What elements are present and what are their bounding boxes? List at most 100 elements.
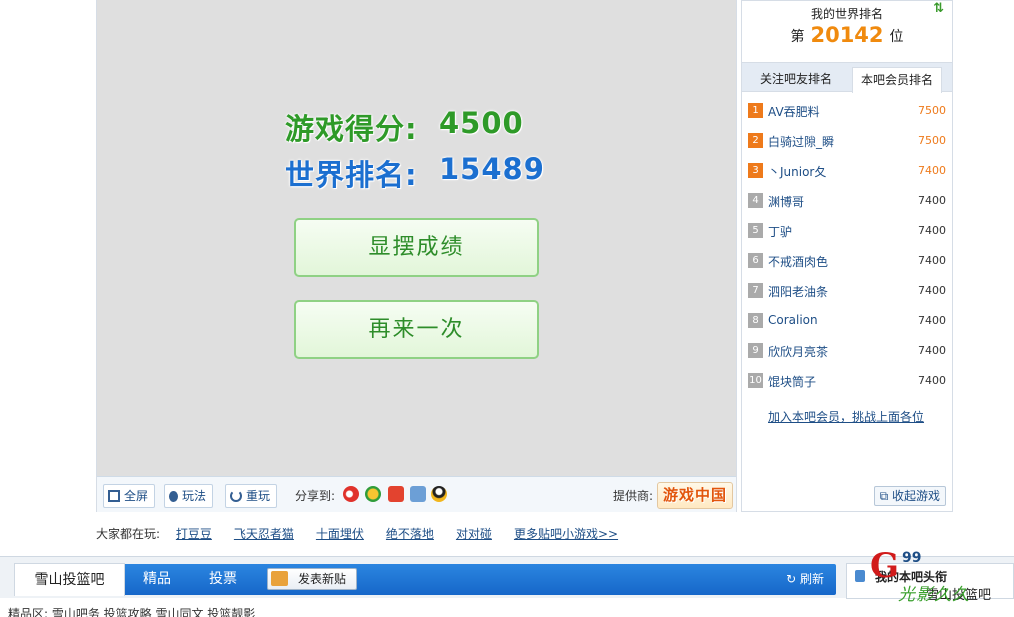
howto-button[interactable]: 玩法 (164, 484, 214, 508)
ranking-row: 4 渊博哥 7400 (742, 187, 952, 217)
rank-player-score: 7400 (918, 164, 946, 177)
new-post-button[interactable]: 发表新贴 (267, 568, 357, 590)
qq-icon[interactable] (431, 486, 447, 502)
rank-player-score: 7500 (918, 134, 946, 147)
ranking-tabs: 关注吧友排名 本吧会员排名 (742, 62, 952, 93)
game-frame: 游戏得分: 4500 世界排名: 15489 显摆成绩 再来一次 全屏 玩法 重… (96, 0, 737, 512)
join-members-link[interactable]: 加入本吧会员，挑战上面各位 (768, 408, 924, 425)
forum-nav-bar: 雪山投篮吧 精品 投票 发表新贴 ↻ 刷新 (14, 563, 836, 596)
badge-icon (855, 570, 865, 582)
show-off-score-button[interactable]: 显摆成绩 (294, 218, 539, 277)
ranking-list: 1 AV吞肥料 7500 2 白骑过隙_瞬 7500 3 丶Junior夂 7400 4 渊博哥 74… (742, 97, 952, 397)
refresh-label: 刷新 (799, 572, 824, 586)
ranking-row: 1 AV吞肥料 7500 (742, 97, 952, 127)
rank-player-name[interactable]: 泗阳老油条 (768, 283, 828, 300)
rank-player-name[interactable]: 丶Junior夂 (768, 163, 826, 180)
ranking-row: 10 馄块筒子 7400 (742, 367, 952, 397)
rank-badge: 4 (748, 193, 763, 208)
ranking-row: 8 Coralion 7400 (742, 307, 952, 337)
rank-badge: 7 (748, 283, 763, 298)
rank-player-score: 7400 (918, 224, 946, 237)
also-played-bar: 大家都在玩: 打豆豆 飞天忍者猫 十面埋伏 绝不落地 对对碰 更多贴吧小游戏>> (96, 525, 640, 542)
rank-badge: 1 (748, 103, 763, 118)
play-again-button[interactable]: 再来一次 (294, 300, 539, 359)
provider-label: 提供商: (613, 489, 654, 503)
tab-forum-home[interactable]: 雪山投篮吧 (14, 563, 125, 596)
world-rank-value: 15489 (439, 152, 545, 186)
rank-player-name[interactable]: Coralion (768, 313, 818, 327)
lightbulb-icon (169, 491, 178, 502)
world-rank-prefix: 第 (790, 29, 805, 45)
rank-player-name[interactable]: 馄块筒子 (768, 373, 816, 390)
also-played-link[interactable]: 绝不落地 (386, 527, 434, 541)
collapse-label: 收起游戏 (891, 489, 940, 503)
my-headline-forum: 雪山投篮吧 (925, 588, 991, 603)
game-score-value: 4500 (439, 106, 524, 140)
replay-icon (230, 490, 242, 502)
refresh-button[interactable]: ↻ 刷新 (786, 564, 824, 595)
kaixin-icon[interactable] (388, 486, 404, 502)
page: 游戏得分: 4500 世界排名: 15489 显摆成绩 再来一次 全屏 玩法 重… (0, 0, 1014, 617)
tab-members-ranking[interactable]: 本吧会员排名 (852, 67, 943, 93)
weibo-icon[interactable] (343, 486, 359, 502)
game-toolbar: 全屏 玩法 重玩 分享到: 提供商: 游戏中国 (97, 476, 736, 512)
also-played-label: 大家都在玩: (96, 527, 161, 541)
douban-icon[interactable] (410, 486, 426, 502)
fullscreen-button[interactable]: 全屏 (103, 484, 156, 508)
share-label: 分享到: (295, 489, 336, 503)
ranking-row: 2 白骑过隙_瞬 7500 (742, 127, 952, 157)
rank-badge: 8 (748, 313, 763, 328)
new-post-label: 发表新贴 (298, 572, 347, 586)
world-rank-label: 世界排名: (285, 158, 418, 192)
replay-label: 重玩 (246, 489, 271, 503)
also-played-link[interactable]: 打豆豆 (176, 527, 212, 541)
tab-vote[interactable]: 投票 (209, 564, 237, 595)
howto-label: 玩法 (182, 489, 207, 503)
rank-player-score: 7400 (918, 344, 946, 357)
game-score-label: 游戏得分: (285, 112, 418, 146)
rank-player-score: 7400 (918, 194, 946, 207)
rank-badge: 5 (748, 223, 763, 238)
fullscreen-label: 全屏 (124, 489, 149, 503)
tab-friends-ranking[interactable]: 关注吧友排名 (752, 67, 840, 93)
ranking-sidebar: ⇅ 我的世界排名 第 20142 位 关注吧友排名 本吧会员排名 1 AV吞肥料 750… (741, 0, 953, 512)
rank-badge: 10 (748, 373, 763, 388)
rank-badge: 6 (748, 253, 763, 268)
game-canvas[interactable]: 游戏得分: 4500 世界排名: 15489 显摆成绩 再来一次 (97, 0, 736, 476)
tab-good-posts[interactable]: 精品 (143, 564, 171, 595)
rank-player-score: 7500 (918, 104, 946, 117)
rank-player-name[interactable]: AV吞肥料 (768, 103, 820, 120)
pen-icon (271, 571, 288, 586)
rank-player-name[interactable]: 丁驴 (768, 223, 792, 240)
my-world-rank-title: 我的世界排名 (810, 7, 883, 21)
rank-player-name[interactable]: 欣欣月亮茶 (768, 343, 828, 360)
rank-badge: 9 (748, 343, 763, 358)
ranking-row: 9 欣欣月亮茶 7400 (742, 337, 952, 367)
rank-player-name[interactable]: 白骑过隙_瞬 (768, 133, 834, 150)
ranking-row: 5 丁驴 7400 (742, 217, 952, 247)
also-played-link[interactable]: 十面埋伏 (316, 527, 364, 541)
also-played-link[interactable]: 飞天忍者猫 (234, 527, 294, 541)
rank-badge: 3 (748, 163, 763, 178)
fullscreen-icon (108, 490, 120, 502)
renren-icon[interactable] (365, 486, 381, 502)
rank-player-name[interactable]: 不戒酒肉色 (768, 253, 828, 270)
rank-player-name[interactable]: 渊博哥 (768, 193, 804, 210)
also-played-link[interactable]: 对对碰 (456, 527, 492, 541)
rank-player-score: 7400 (918, 314, 946, 327)
good-posts-categories: 精品区: 雪山吧务 投篮攻略 雪山同文 投篮靓影 (8, 607, 256, 617)
replay-button[interactable]: 重玩 (225, 484, 278, 508)
refresh-icon: ↻ (786, 572, 797, 586)
provider-logo[interactable]: 游戏中国 (657, 482, 733, 509)
rank-badge: 2 (748, 133, 763, 148)
also-played-link[interactable]: 更多贴吧小游戏>> (514, 527, 618, 541)
my-headline-title: 我的本吧头衔 (875, 570, 948, 584)
my-world-rank: 第 20142 位 (742, 23, 952, 47)
my-world-rank-value: 20142 (810, 23, 884, 47)
forum-nav: 雪山投篮吧 精品 投票 发表新贴 ↻ 刷新 我的本吧头衔 雪山投篮吧 (0, 556, 1014, 603)
rank-player-score: 7400 (918, 284, 946, 297)
collapse-game-button[interactable]: ⧉ 收起游戏 (873, 486, 946, 506)
rank-player-score: 7400 (918, 374, 946, 387)
rank-player-score: 7400 (918, 254, 946, 267)
ranking-row: 6 不戒酒肉色 7400 (742, 247, 952, 277)
